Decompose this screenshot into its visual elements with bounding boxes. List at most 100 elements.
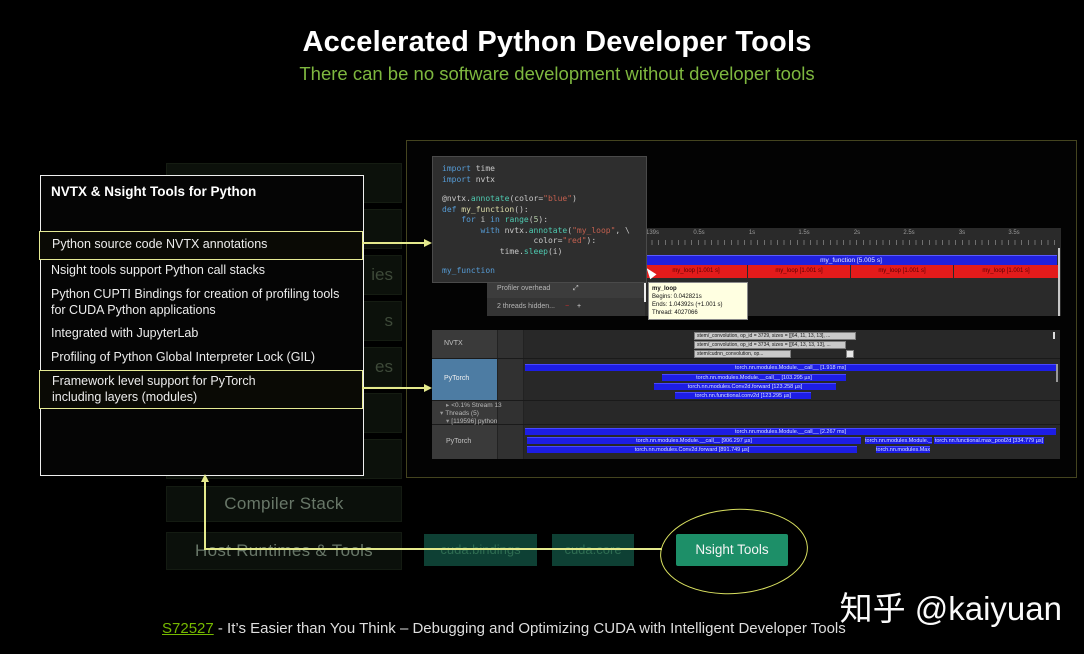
card-item-1: Python source code NVTX annotations xyxy=(52,237,268,251)
connector-host-to-nsight-line xyxy=(204,548,662,550)
code-token: import xyxy=(442,164,471,173)
row-separator xyxy=(432,400,1060,401)
ruler-tick: 2s xyxy=(853,230,861,236)
vertical-scrollbar[interactable] xyxy=(1056,364,1058,382)
code-line: import time xyxy=(442,164,646,175)
slide: { "header": { "title": "Accelerated Pyth… xyxy=(0,0,1084,654)
code-token: @nvtx. xyxy=(442,194,471,203)
code-token: , \ xyxy=(615,225,630,235)
connector-annotation-line xyxy=(362,242,424,244)
compiler-stack-box: Compiler Stack xyxy=(166,486,402,522)
ruler-tick: 1s xyxy=(748,230,756,236)
tooltip-begins: Begins: 0.042821s xyxy=(652,294,702,300)
code-token: i xyxy=(475,215,491,224)
card-item-5: Profiling of Python Global Interpreter L… xyxy=(51,350,316,364)
host-runtimes-label: Host Runtimes & Tools xyxy=(195,541,373,560)
nsys-timeline-bottom: NVTX PyTorch PyTorch stem/_convolution, … xyxy=(432,330,1060,459)
code-token: ) xyxy=(572,194,577,203)
code-token: nvtx xyxy=(470,174,495,184)
tree-caret-icon[interactable]: ▸ xyxy=(446,402,449,409)
cuda-core-label: cuda.core xyxy=(564,542,622,557)
tree-item-python-process[interactable]: ▾ [119596] python xyxy=(446,417,497,425)
code-line: def my_function(): xyxy=(442,205,646,216)
cuda-bindings-box: cuda.bindings xyxy=(424,534,537,566)
code-token: import xyxy=(442,174,471,184)
code-token: my_function xyxy=(442,266,495,275)
code-token: (i) xyxy=(547,246,563,256)
row-toggle-column xyxy=(497,330,523,459)
tree-item-stream[interactable]: ▸ <0.1% Stream 13 xyxy=(446,401,502,409)
tooltip-thread: Thread: 4027066 xyxy=(652,310,698,316)
nvtx-event-overflow-box xyxy=(846,350,854,358)
code-token: (color= xyxy=(509,194,544,203)
compiler-stack-label: Compiler Stack xyxy=(224,494,344,513)
tree-item-threads[interactable]: ▾ Threads (5) xyxy=(440,409,479,417)
pytorch-call-bar: torch.nn.modules.Module.__call__ [1.918 … xyxy=(525,364,1056,371)
host-runtimes-box: Host Runtimes & Tools xyxy=(166,532,402,570)
code-token: annotate xyxy=(470,194,510,203)
row-threads-hidden[interactable]: 2 threads hidden... − + xyxy=(487,298,645,316)
ruler-minor-ticks xyxy=(645,240,1059,245)
pytorch-call-bar: torch.nn.modules.Maxp... xyxy=(876,446,930,453)
nvtx-range-my-loop: my_loop [1.001 s] xyxy=(748,265,850,278)
column-separator xyxy=(497,330,498,459)
card-item-2: Nsight tools support Python call stacks xyxy=(51,263,265,277)
nvtx-nsight-card: NVTX & Nsight Tools for Python Python so… xyxy=(39,175,364,476)
highlight-box-pytorch-support: Framework level support for PyTorch incl… xyxy=(39,370,363,409)
code-token: time xyxy=(470,164,495,173)
pytorch-call-bar: torch.nn.modules.Module.__ca... xyxy=(865,437,932,444)
code-line: time.sleep(i) xyxy=(442,247,646,258)
nvtx-range-my-loop: my_loop [1.001 s] xyxy=(954,265,1058,278)
code-token: (): xyxy=(514,204,529,214)
ruler-tick: 0.5s xyxy=(693,230,705,236)
scroll-tick xyxy=(1053,332,1055,339)
watermark: 知乎 @kaiyuan xyxy=(839,590,1062,627)
cuda-bindings-label: cuda.bindings xyxy=(440,542,521,557)
card-item-4: Integrated with JupyterLab xyxy=(51,326,199,340)
code-token: annotate xyxy=(528,225,568,235)
tree-caret-icon[interactable]: ▾ xyxy=(446,418,449,425)
pytorch-call-bar: torch.nn.modules.Module.__call__ [2.267 … xyxy=(525,428,1056,435)
column-separator xyxy=(523,330,524,459)
range-tooltip: my_loop Begins: 0.042821s Ends: 1.04392s… xyxy=(648,282,748,320)
nvtx-event-box: stem/_convolution, op_id = 3729, sizes =… xyxy=(694,332,856,340)
code-line: color="red"): xyxy=(442,236,646,247)
card-title: NVTX & Nsight Tools for Python xyxy=(51,184,257,199)
code-token: ): xyxy=(586,236,597,245)
plus-expand-icon[interactable]: + xyxy=(577,298,581,316)
highlight-box-nvtx-annotations: Python source code NVTX annotations xyxy=(39,231,363,260)
nvtx-range-my-loop: my_loop [1.001 s] xyxy=(645,265,747,278)
nvtx-range-my-loop: my_loop [1.001 s] xyxy=(851,265,953,278)
page-title: Accelerated Python Developer Tools xyxy=(302,26,812,58)
page-subtitle: There can be no software development wit… xyxy=(299,63,815,84)
card-item-6: Framework level support for PyTorch incl… xyxy=(52,374,256,404)
code-token: ): xyxy=(538,215,549,224)
code-line: import nvtx xyxy=(442,175,646,186)
vertical-scrollbar[interactable] xyxy=(1058,248,1060,316)
tree-caret-icon[interactable]: ▾ xyxy=(440,410,443,417)
tree-item-label: Threads (5) xyxy=(445,410,479,417)
code-token: for xyxy=(461,215,476,224)
cuda-core-box: cuda.core xyxy=(552,534,634,566)
code-token: sleep xyxy=(523,246,548,256)
tooltip-title: my_loop xyxy=(652,286,677,292)
ruler-tick: 2.5s xyxy=(903,230,915,236)
pytorch-call-bar: torch.nn.modules.Conv2d.forward [123.258… xyxy=(654,383,836,390)
code-line: @nvtx.annotate(color="blue") xyxy=(442,194,646,205)
ruler-tick: 1.5s xyxy=(798,230,810,236)
nvtx-range-my-function: my_function [5.005 s] xyxy=(645,255,1057,265)
timeline-cursor xyxy=(644,280,646,302)
python-code-snippet: import time import nvtx @nvtx.annotate(c… xyxy=(432,156,647,283)
minus-icon[interactable]: − xyxy=(565,298,569,316)
code-token: "my_loop" xyxy=(572,225,616,235)
row-pytorch-label: PyTorch xyxy=(444,375,470,382)
code-token: color= xyxy=(533,236,563,245)
tree-item-label: [119596] python xyxy=(451,418,498,425)
pytorch-call-bar: torch.nn.modules.Conv2d.forward [891.749… xyxy=(527,446,857,453)
row-pytorch2-label: PyTorch xyxy=(446,438,472,445)
code-token: "red" xyxy=(562,236,587,245)
